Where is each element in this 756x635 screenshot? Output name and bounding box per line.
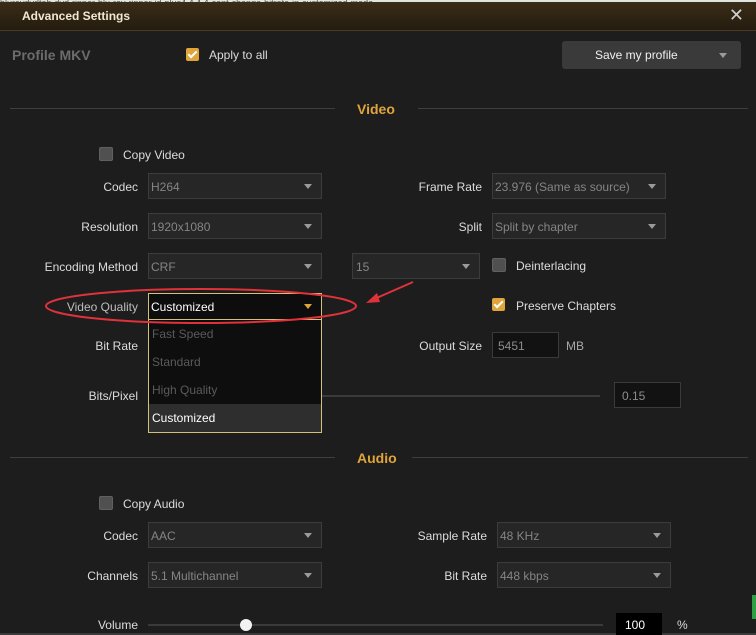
audio-bitrate-value: 448 kbps (500, 569, 549, 583)
volume-label: Volume (97, 618, 138, 632)
audio-section-title: Audio (357, 450, 397, 466)
copy-audio-checkbox[interactable] (99, 496, 113, 510)
audio-codec-value: AAC (151, 529, 176, 543)
sample-rate-value: 48 KHz (500, 529, 540, 543)
audio-codec-label: Codec (103, 529, 138, 543)
chevron-down-icon (304, 573, 312, 578)
volume-value: 100 (625, 618, 646, 632)
annotation-ellipse (45, 288, 357, 324)
chevron-down-icon (653, 533, 661, 538)
sample-rate-dropdown[interactable]: 48 KHz (497, 522, 671, 548)
volume-field[interactable]: 100 (616, 613, 662, 635)
volume-unit: % (677, 618, 688, 632)
divider (10, 457, 335, 458)
volume-slider-handle[interactable] (240, 619, 252, 631)
chevron-down-icon (304, 533, 312, 538)
audio-bitrate-dropdown[interactable]: 448 kbps (497, 562, 671, 588)
chevron-down-icon (653, 573, 661, 578)
channels-label: Channels (87, 569, 138, 583)
channels-dropdown[interactable]: 5.1 Multichannel (148, 562, 322, 588)
sample-rate-label: Sample Rate (417, 529, 487, 543)
background-green-button-edge (752, 595, 756, 619)
audio-codec-dropdown[interactable]: AAC (148, 522, 322, 548)
volume-slider[interactable] (148, 624, 603, 626)
copy-audio-label: Copy Audio (123, 497, 185, 511)
divider (412, 457, 748, 458)
audio-bitrate-label: Bit Rate (444, 569, 487, 583)
annotation-arrowhead (366, 293, 380, 303)
channels-value: 5.1 Multichannel (151, 569, 239, 583)
